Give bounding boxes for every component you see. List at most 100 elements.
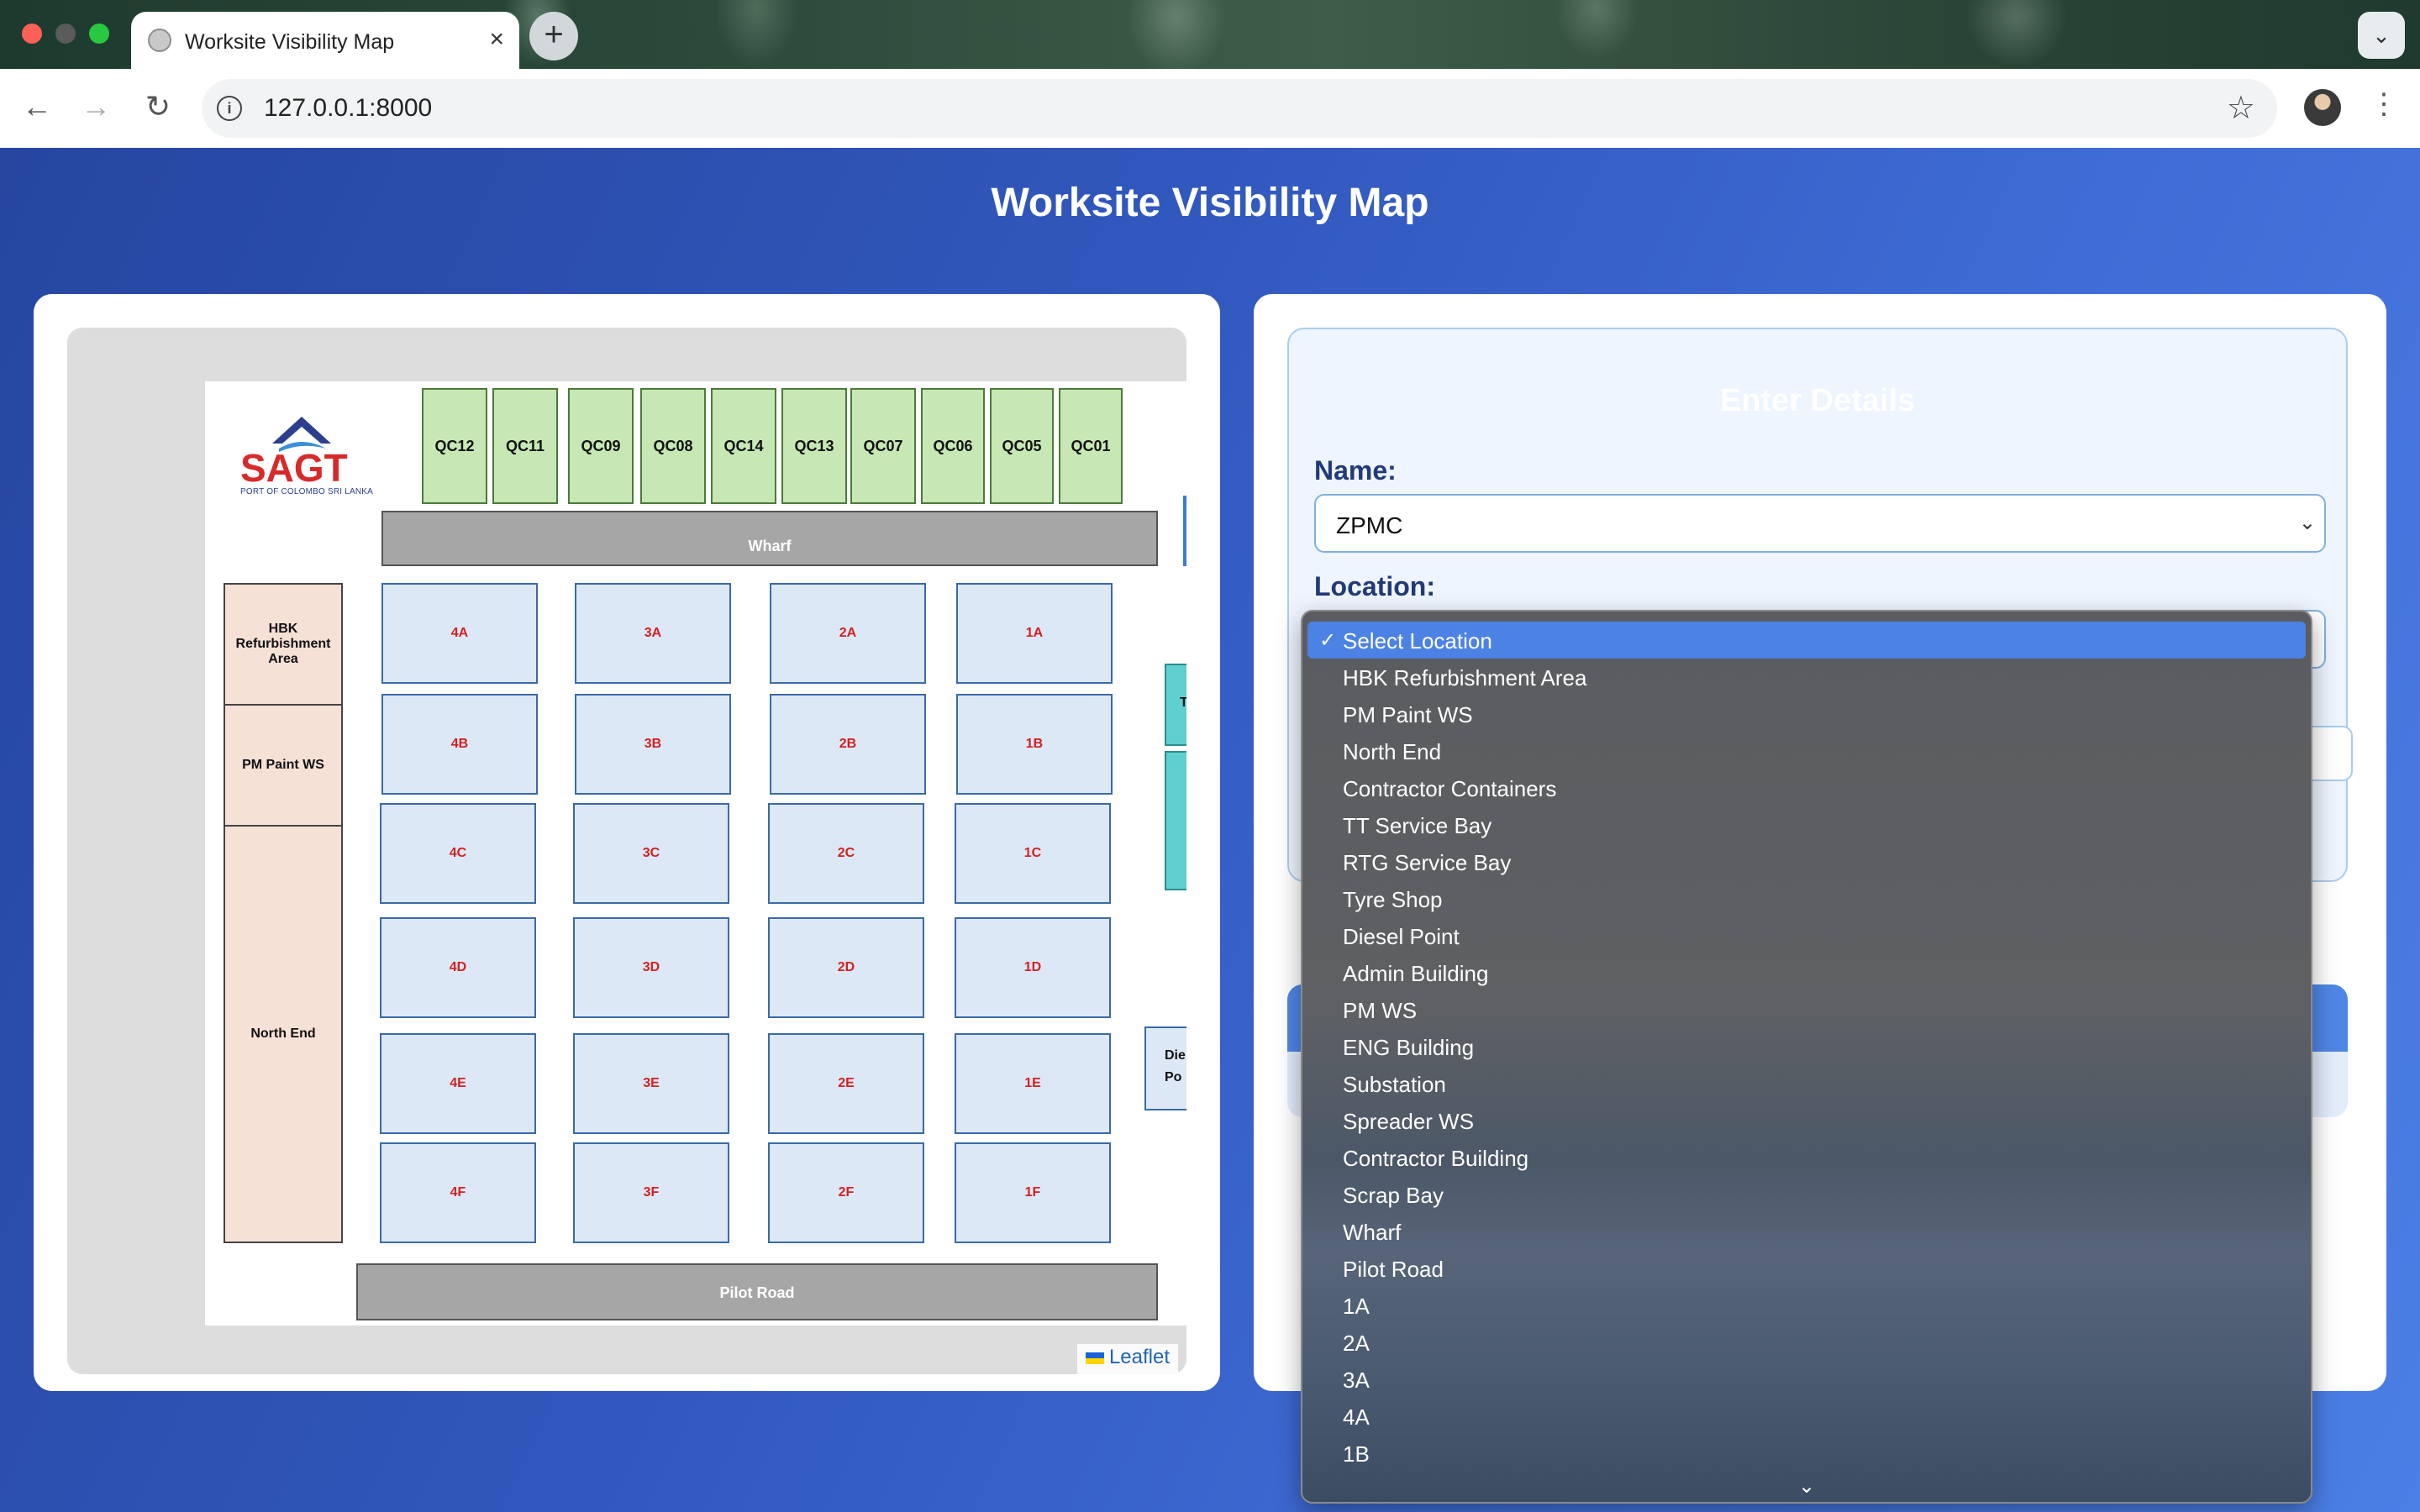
dropdown-option[interactable]: Tyre Shop [1307,880,2306,917]
location-dropdown-list[interactable]: ✓ Select Location HBK Refurbishment Area… [1301,610,2312,1504]
dropdown-option[interactable]: RTG Service Bay [1307,843,2306,880]
dropdown-option[interactable]: PM Paint WS [1307,696,2306,732]
block-2c[interactable]: 2C [768,803,924,904]
tab-search-button[interactable]: ⌄ [2358,12,2405,59]
crane-qc06[interactable]: QC06 [921,388,985,504]
block-1b[interactable]: 1B [956,694,1113,795]
dropdown-option[interactable]: Contractor Building [1307,1139,2306,1176]
map-attribution[interactable]: Leaflet [1076,1344,1178,1374]
close-window-button[interactable] [22,24,42,44]
block-4f[interactable]: 4F [380,1142,536,1243]
pilot-road-area[interactable]: Pilot Road [356,1263,1158,1320]
block-2b[interactable]: 2B [770,694,926,795]
dropdown-option[interactable]: 1A [1307,1287,2306,1324]
block-1f[interactable]: 1F [955,1142,1111,1243]
block-3b[interactable]: 3B [575,694,731,795]
new-tab-button[interactable]: + [529,12,578,60]
dropdown-option[interactable]: Contractor Containers [1307,769,2306,806]
zone-hbk-refurbishment[interactable]: HBK Refurbishment Area [224,583,343,706]
dropdown-option[interactable]: Diesel Point [1307,917,2306,954]
maximize-window-button[interactable] [89,24,109,44]
chevron-down-icon: ⌄ [2298,512,2316,534]
reload-icon[interactable]: ↻ [139,89,176,124]
zone-north-end[interactable]: North End [224,825,343,1243]
tab-title: Worksite Visibility Map [185,30,395,54]
diesel-label-2: Po [1165,1070,1182,1084]
dropdown-option[interactable]: ✓ Select Location [1307,622,2306,659]
profile-avatar[interactable] [2304,89,2341,126]
zone-pm-paint-ws[interactable]: PM Paint WS [224,704,343,827]
browser-menu-icon[interactable]: ⋮ [2370,87,2398,121]
block-3f[interactable]: 3F [573,1142,729,1243]
name-label: Name: [1314,455,1397,486]
back-icon[interactable]: ← [18,89,55,124]
tab-close-icon[interactable]: × [489,25,504,54]
block-4a[interactable]: 4A [381,583,538,684]
crane-qc08[interactable]: QC08 [640,388,706,504]
teal-area-upper[interactable]: T [1165,664,1186,746]
crane-qc14[interactable]: QC14 [711,388,776,504]
location-label: Location: [1314,571,1435,601]
block-2d[interactable]: 2D [768,917,924,1018]
url-text[interactable]: 127.0.0.1:8000 [264,94,432,123]
site-info-icon[interactable]: i [217,96,242,121]
checkmark-icon: ✓ [1319,629,1337,652]
block-2f[interactable]: 2F [768,1142,924,1243]
diesel-label-1: Die [1165,1048,1186,1063]
minimize-window-button[interactable] [55,24,76,44]
form-title: Enter Details [1719,383,1916,418]
dropdown-option[interactable]: HBK Refurbishment Area [1307,659,2306,696]
dropdown-option[interactable]: Spreader WS [1307,1102,2306,1139]
teal-area-lower[interactable] [1165,751,1186,890]
dropdown-option[interactable]: Admin Building [1307,954,2306,991]
crane-qc07[interactable]: QC07 [850,388,916,504]
dropdown-option[interactable]: Scrap Bay [1307,1176,2306,1213]
dropdown-option-label: Select Location [1343,628,1492,654]
crane-qc05[interactable]: QC05 [990,388,1054,504]
browser-toolbar: ← → ↻ i 127.0.0.1:8000 ☆ ⋮ [0,69,2420,149]
block-2e[interactable]: 2E [768,1033,924,1134]
block-4b[interactable]: 4B [381,694,538,795]
forward-icon[interactable]: → [77,89,114,124]
dropdown-option[interactable]: TT Service Bay [1307,806,2306,843]
crane-qc13[interactable]: QC13 [781,388,847,504]
crane-qc11[interactable]: QC11 [492,388,558,504]
block-3e[interactable]: 3E [573,1033,729,1134]
block-3d[interactable]: 3D [573,917,729,1018]
leaflet-link[interactable]: Leaflet [1109,1346,1170,1368]
block-3c[interactable]: 3C [573,803,729,904]
block-4e[interactable]: 4E [380,1033,536,1134]
crane-qc01[interactable]: QC01 [1059,388,1123,504]
name-select[interactable]: ZPMC ⌄ [1314,494,2326,553]
dropdown-option[interactable]: North End [1307,732,2306,769]
dropdown-option[interactable]: 2A [1307,1324,2306,1361]
dropdown-option[interactable]: 4A [1307,1398,2306,1435]
map-card: SAGT PORT OF COLOMBO SRI LANKA QC12 QC11… [34,294,1220,1391]
dropdown-option[interactable]: Pilot Road [1307,1250,2306,1287]
block-1e[interactable]: 1E [955,1033,1111,1134]
block-4d[interactable]: 4D [380,917,536,1018]
map-container[interactable]: SAGT PORT OF COLOMBO SRI LANKA QC12 QC11… [67,328,1186,1374]
block-2a[interactable]: 2A [770,583,926,684]
dropdown-option[interactable]: Wharf [1307,1213,2306,1250]
dropdown-option[interactable]: 1B [1307,1435,2306,1472]
crane-qc09[interactable]: QC09 [568,388,634,504]
dropdown-option[interactable]: PM WS [1307,991,2306,1028]
dropdown-option[interactable]: ENG Building [1307,1028,2306,1065]
diesel-point-area[interactable]: Die Po [1144,1026,1186,1110]
browser-tab[interactable]: Worksite Visibility Map × [131,12,519,69]
block-1d[interactable]: 1D [955,917,1111,1018]
block-3a[interactable]: 3A [575,583,731,684]
scroll-down-icon[interactable]: ⌄ [1302,1474,2311,1499]
bookmark-star-icon[interactable]: ☆ [2227,89,2255,127]
block-1c[interactable]: 1C [955,803,1111,904]
address-bar[interactable]: i 127.0.0.1:8000 ☆ [202,79,2277,138]
site-layout-image[interactable]: SAGT PORT OF COLOMBO SRI LANKA QC12 QC11… [205,381,1186,1326]
dropdown-option[interactable]: 3A [1307,1361,2306,1398]
name-select-value: ZPMC [1336,512,1403,538]
block-4c[interactable]: 4C [380,803,536,904]
dropdown-option[interactable]: Substation [1307,1065,2306,1102]
crane-qc12[interactable]: QC12 [422,388,487,504]
wharf-area[interactable]: Wharf [381,511,1158,566]
block-1a[interactable]: 1A [956,583,1113,684]
